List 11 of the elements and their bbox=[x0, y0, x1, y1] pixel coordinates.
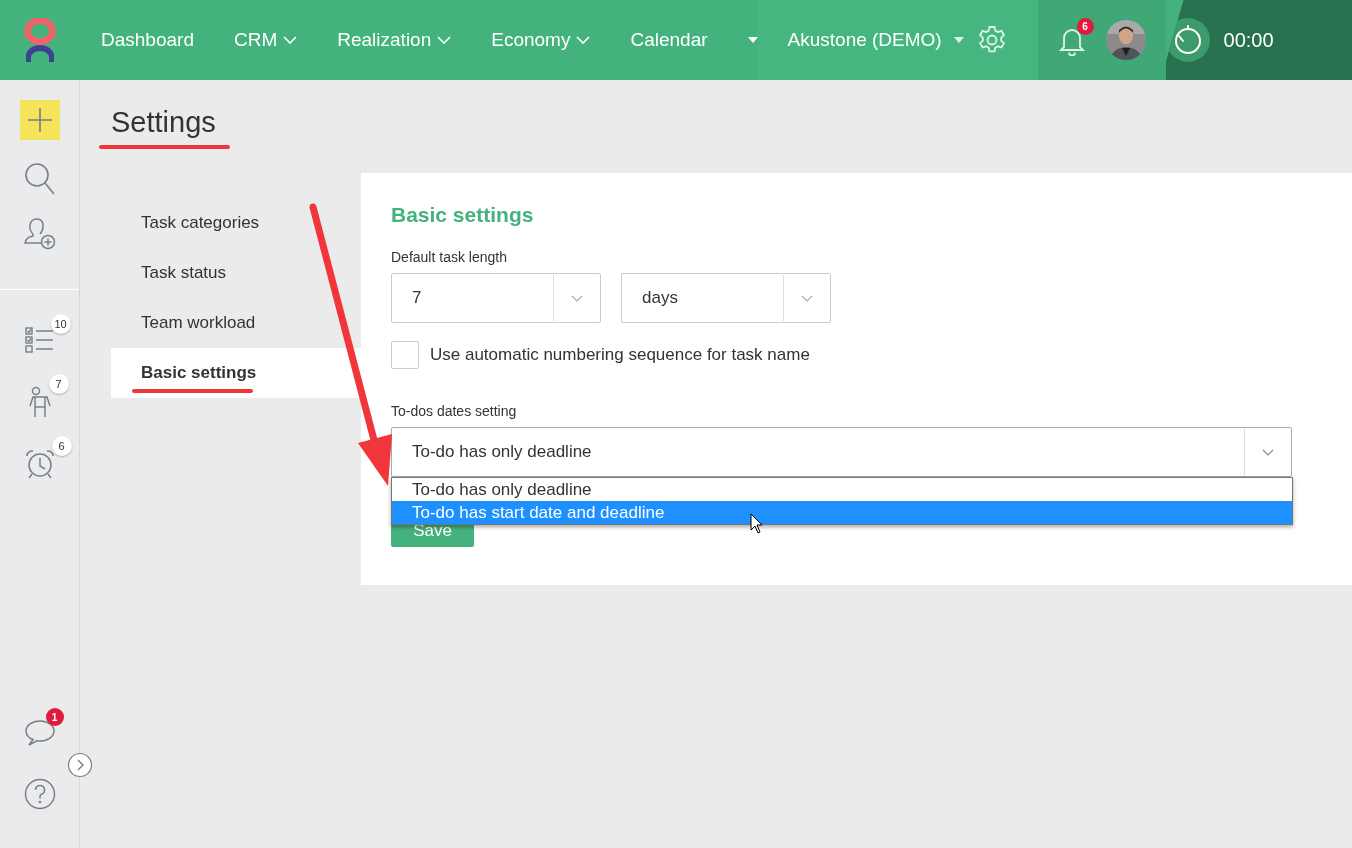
field-label: To-dos dates setting bbox=[391, 403, 518, 419]
message-badge: 1 bbox=[45, 708, 64, 726]
count-badge: 6 bbox=[51, 436, 72, 456]
field-label: Default task length bbox=[391, 249, 508, 265]
checkbox-label: Use automatic numbering sequence for task name bbox=[430, 345, 810, 365]
notification-badge: 6 bbox=[1076, 18, 1094, 35]
count-badge: 10 bbox=[50, 314, 71, 334]
count-badge: 7 bbox=[48, 374, 69, 394]
page-title: Settings bbox=[111, 106, 217, 140]
panel-title: Basic settings bbox=[391, 203, 535, 227]
timer-text: 00:00 bbox=[1223, 28, 1274, 52]
